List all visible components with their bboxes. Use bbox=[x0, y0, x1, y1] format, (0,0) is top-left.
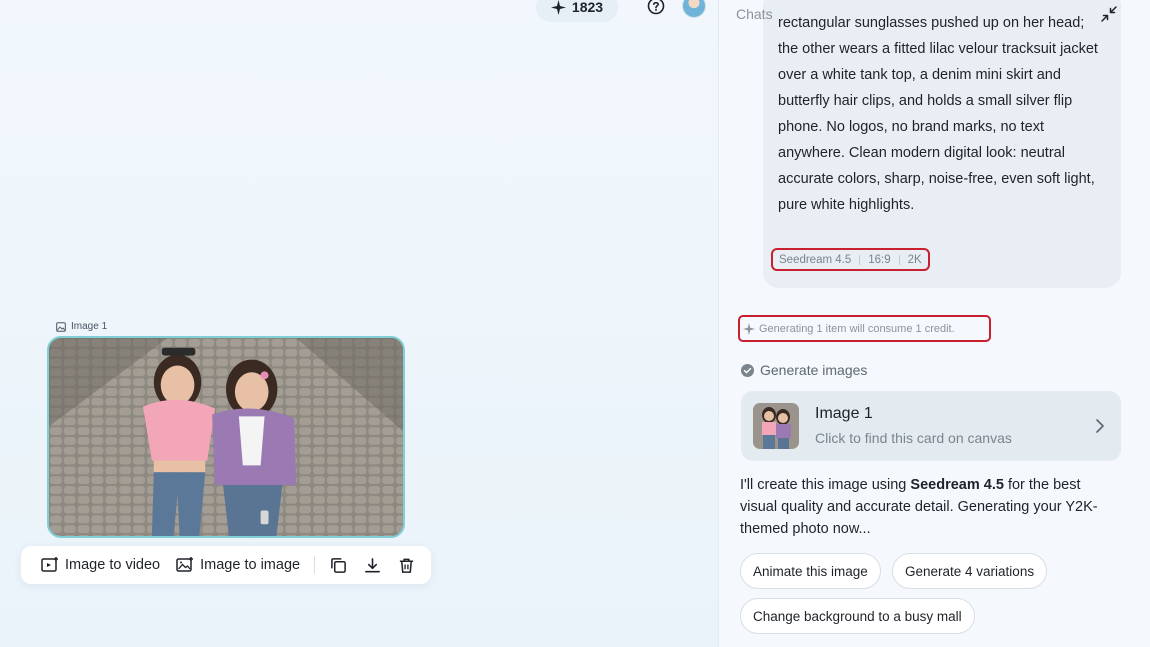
sparkle-icon bbox=[550, 0, 566, 15]
video-plus-icon bbox=[41, 557, 58, 572]
image-to-video-button[interactable]: Image to video bbox=[35, 552, 166, 578]
aspect-ratio-tag: 16:9 bbox=[868, 253, 891, 266]
trash-icon bbox=[399, 558, 413, 573]
copy-button[interactable] bbox=[323, 551, 353, 579]
credit-consume-text: Generating 1 item will consume 1 credit. bbox=[759, 322, 955, 335]
chat-title: Chats bbox=[736, 6, 773, 22]
model-tag: Seedream 4.5 bbox=[779, 253, 852, 266]
result-image-card[interactable]: Image 1 Click to find this card on canva… bbox=[741, 391, 1121, 461]
suggestion-animate-image[interactable]: Animate this image bbox=[740, 553, 881, 589]
prompt-line: the other wears a fitted lilac velour tr… bbox=[778, 41, 1098, 57]
thumbnail-image bbox=[753, 403, 799, 449]
image-toolbar: Image to video Image to image bbox=[21, 546, 431, 584]
model-settings-tags: Seedream 4.5 16:9 2K bbox=[771, 248, 930, 271]
collapse-panel-button[interactable] bbox=[1099, 4, 1119, 24]
assistant-reply: I'll create this image using Seedream 4.… bbox=[740, 474, 1110, 540]
collapse-icon bbox=[1101, 6, 1117, 22]
user-avatar[interactable] bbox=[682, 0, 706, 18]
prompt-line: accurate colors, sharp, noise-free, even… bbox=[778, 171, 1095, 187]
result-card-title: Image 1 bbox=[815, 405, 873, 422]
prompt-line: butterfly hair clips, and holds a small … bbox=[778, 93, 1073, 109]
chat-panel: rectangular sunglasses pushed up on her … bbox=[718, 0, 1150, 647]
generate-images-status: Generate images bbox=[741, 362, 867, 378]
prompt-line: rectangular sunglasses pushed up on her … bbox=[778, 15, 1085, 31]
copy-icon bbox=[330, 557, 346, 573]
image-to-image-button[interactable]: Image to image bbox=[170, 552, 306, 578]
prompt-line: pure white highlights. bbox=[778, 197, 915, 213]
canvas-area[interactable]: 1823 Image 1 Image to video Image to ima… bbox=[0, 0, 718, 647]
reply-text-start: I'll create this image using bbox=[740, 477, 911, 493]
generated-image[interactable] bbox=[47, 336, 405, 538]
suggestion-generate-variations[interactable]: Generate 4 variations bbox=[892, 553, 1048, 589]
check-circle-icon bbox=[741, 363, 754, 377]
prompt-line: phone. No logos, no brand marks, no text bbox=[778, 119, 1044, 135]
result-thumbnail bbox=[753, 403, 799, 449]
question-circle-icon bbox=[647, 0, 665, 15]
photo-two-girls bbox=[49, 338, 403, 536]
help-button[interactable] bbox=[646, 0, 666, 16]
chevron-right-icon bbox=[1096, 419, 1104, 433]
credits-count: 1823 bbox=[571, 0, 604, 15]
generate-images-label: Generate images bbox=[760, 362, 868, 378]
tag-divider bbox=[859, 254, 861, 265]
result-card-subtitle: Click to find this card on canvas bbox=[815, 430, 1012, 446]
user-prompt-bubble: rectangular sunglasses pushed up on her … bbox=[763, 0, 1121, 288]
image-label: Image 1 bbox=[56, 321, 107, 332]
prompt-line: anywhere. Clean modern digital look: neu… bbox=[778, 145, 1065, 161]
reply-model-name: Seedream 4.5 bbox=[910, 477, 1004, 493]
image-to-image-label: Image to image bbox=[200, 557, 301, 573]
image-to-video-label: Image to video bbox=[65, 557, 161, 573]
download-button[interactable] bbox=[357, 551, 387, 579]
credits-button[interactable]: 1823 bbox=[536, 0, 618, 22]
toolbar-divider bbox=[314, 556, 316, 574]
resolution-tag: 2K bbox=[907, 253, 922, 266]
download-icon bbox=[364, 557, 380, 572]
image-plus-icon bbox=[176, 557, 194, 572]
image-icon bbox=[56, 321, 66, 332]
tag-divider bbox=[898, 254, 900, 265]
prompt-line: over a white tank top, a denim mini skir… bbox=[778, 67, 1061, 83]
delete-button[interactable] bbox=[391, 551, 421, 579]
image-label-text: Image 1 bbox=[71, 321, 108, 332]
suggestion-change-background[interactable]: Change background to a busy mall bbox=[740, 598, 975, 634]
credit-consume-note: Generating 1 item will consume 1 credit. bbox=[738, 315, 991, 342]
sparkle-icon bbox=[743, 322, 755, 335]
prompt-text: rectangular sunglasses pushed up on her … bbox=[778, 10, 1113, 218]
